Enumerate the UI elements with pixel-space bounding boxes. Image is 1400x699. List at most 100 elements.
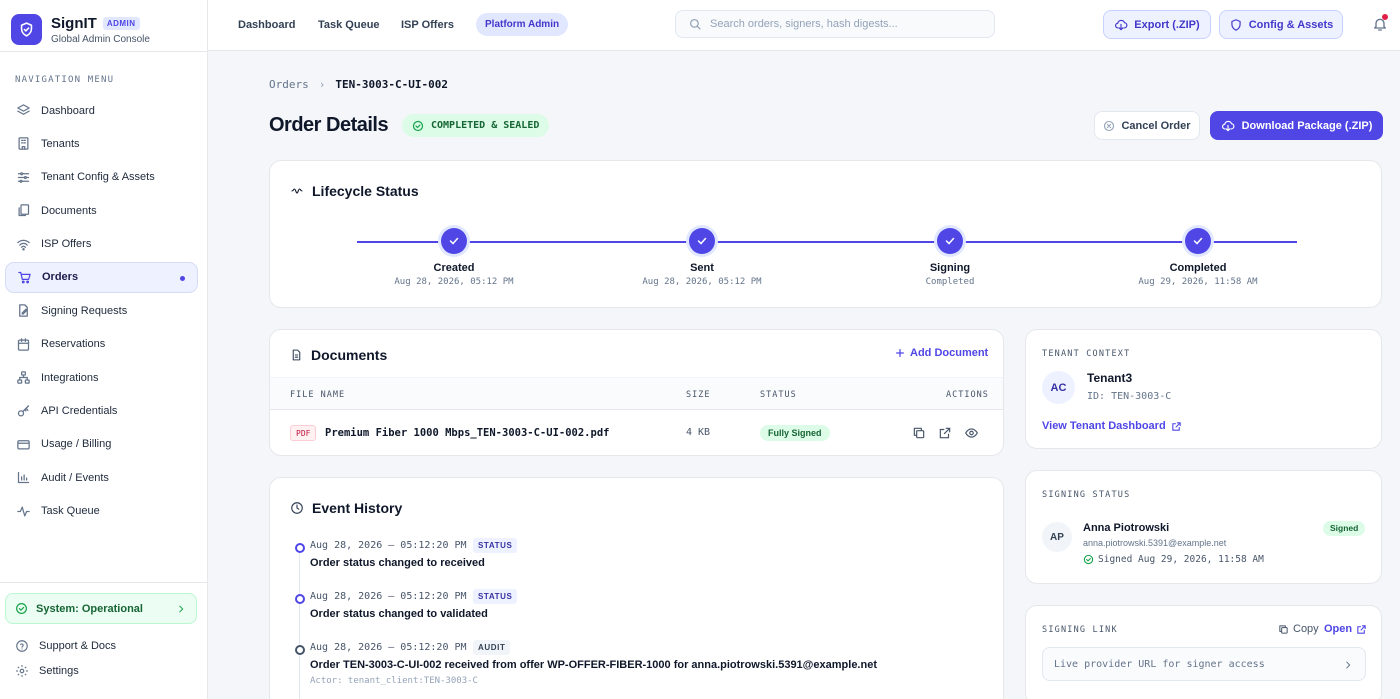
sidebar-item-label: Orders: [42, 271, 79, 284]
column-header-file-name: FILE NAME: [290, 390, 346, 400]
breadcrumb-current: TEN-3003-C-UI-002: [335, 78, 448, 91]
order-status-badge: COMPLETED & SEALED: [402, 114, 550, 137]
sidebar-item-label: Usage / Billing: [41, 438, 112, 451]
sidebar-item-audit-events[interactable]: Audit / Events: [5, 462, 198, 493]
sidebar-item-tenants[interactable]: Tenants: [5, 128, 198, 159]
event-message: Order status changed to validated: [310, 608, 488, 620]
plus-icon: [895, 348, 905, 358]
signed-timestamp-label: Signed Aug 29, 2026, 11:58 AM: [1098, 554, 1264, 565]
sidebar-item-label: Dashboard: [41, 104, 95, 117]
config-assets-button[interactable]: Config & Assets: [1219, 10, 1343, 39]
event-time: Aug 28, 2026 – 05:12:20 PM: [310, 642, 467, 653]
sidebar-item-orders[interactable]: Orders: [5, 261, 198, 293]
sidebar-item-tenant-config[interactable]: Tenant Config & Assets: [5, 162, 198, 193]
sidebar-item-documents[interactable]: Documents: [5, 195, 198, 226]
eye-icon[interactable]: [964, 426, 979, 440]
copy-link-button[interactable]: Copy: [1278, 623, 1319, 635]
check-icon: [937, 228, 963, 254]
calendar-icon: [16, 337, 31, 352]
top-nav-dashboard[interactable]: Dashboard: [238, 13, 295, 36]
shield-logo-icon: [11, 14, 42, 45]
breadcrumb-orders-link[interactable]: Orders: [269, 78, 309, 91]
top-nav-task-queue[interactable]: Task Queue: [318, 13, 380, 36]
support-docs-link[interactable]: Support & Docs: [15, 639, 116, 653]
signing-status-caption: SIGNING STATUS: [1042, 490, 1131, 500]
check-icon: [1185, 228, 1211, 254]
download-package-button[interactable]: Download Package (.ZIP): [1210, 111, 1383, 140]
export-zip-label: Export (.ZIP): [1134, 18, 1200, 31]
sidebar-item-api-credentials[interactable]: API Credentials: [5, 396, 198, 427]
settings-link[interactable]: Settings: [15, 664, 79, 678]
pulse-icon: [290, 185, 304, 197]
lifecycle-step-sent: Sent Aug 28, 2026, 05:12 PM: [602, 228, 802, 287]
copy-icon[interactable]: [912, 426, 926, 440]
top-nav-platform-admin[interactable]: Platform Admin: [476, 13, 569, 36]
sidebar: SignIT ADMIN Global Admin Console NAVIGAT…: [0, 0, 208, 699]
brand[interactable]: SignIT ADMIN Global Admin Console: [11, 14, 150, 45]
wifi-icon: [16, 237, 31, 252]
signing-url-field[interactable]: Live provider URL for signer access: [1042, 647, 1366, 681]
credit-card-icon: [16, 437, 31, 452]
sidebar-item-signing-requests[interactable]: Signing Requests: [5, 295, 198, 326]
signer-email: anna.piotrowski.5391@example.net: [1083, 538, 1227, 548]
order-status-label: COMPLETED & SEALED: [431, 120, 540, 131]
sidebar-item-task-queue[interactable]: Task Queue: [5, 496, 198, 527]
tenant-context-card: TENANT CONTEXT AC Tenant3 ID: TEN-3003-C…: [1025, 329, 1382, 449]
tenant-context-caption: TENANT CONTEXT: [1042, 349, 1131, 359]
event-actor: Actor: tenant_client:TEN-3003-C: [310, 676, 478, 686]
view-tenant-dashboard-label: View Tenant Dashboard: [1042, 420, 1166, 432]
sidebar-item-label: Reservations: [41, 338, 106, 351]
top-nav-isp-offers[interactable]: ISP Offers: [401, 13, 454, 36]
lifecycle-step-created: Created Aug 28, 2026, 05:12 PM: [354, 228, 554, 287]
timeline-dot: [295, 543, 305, 553]
clock-icon: [290, 501, 304, 515]
topbar: Dashboard Task Queue ISP Offers Platform…: [208, 0, 1400, 51]
search-bar: [675, 10, 995, 38]
sidebar-item-label: Integrations: [41, 371, 99, 384]
signed-timestamp: Signed Aug 29, 2026, 11:58 AM: [1083, 554, 1264, 565]
search-input[interactable]: [710, 18, 980, 30]
sidebar-item-integrations[interactable]: Integrations: [5, 362, 198, 393]
brand-name: SignIT: [51, 14, 97, 32]
sidebar-item-isp-offers[interactable]: ISP Offers: [5, 229, 198, 260]
pdf-file-badge: PDF: [290, 425, 317, 441]
file-name[interactable]: Premium Fiber 1000 Mbps_TEN-3003-C-UI-00…: [325, 427, 609, 439]
cancel-order-button[interactable]: Cancel Order: [1094, 111, 1200, 140]
column-header-size: SIZE: [686, 390, 711, 400]
breadcrumb-separator-icon: ›: [318, 78, 326, 91]
external-link-icon[interactable]: [938, 426, 952, 440]
signer-avatar: AP: [1042, 522, 1072, 552]
sidebar-item-label: Audit / Events: [41, 471, 109, 484]
sidebar-item-label: Tenant Config & Assets: [41, 171, 155, 184]
signer-status-badge: Signed: [1323, 521, 1366, 536]
system-status-button[interactable]: System: Operational: [5, 593, 197, 624]
step-timestamp: Completed: [925, 277, 975, 287]
add-document-button[interactable]: Add Document: [895, 347, 988, 359]
event-message: Order status changed to received: [310, 557, 485, 569]
export-zip-button[interactable]: Export (.ZIP): [1103, 10, 1211, 39]
lifecycle-step-completed: Completed Aug 29, 2026, 11:58 AM: [1098, 228, 1298, 287]
external-link-icon: [1356, 624, 1367, 635]
sidebar-item-label: Tenants: [41, 137, 80, 150]
check-icon: [441, 228, 467, 254]
document-status-badge: Fully Signed: [760, 425, 830, 441]
search-icon: [688, 17, 702, 31]
sidebar-item-reservations[interactable]: Reservations: [5, 329, 198, 360]
view-tenant-dashboard-link[interactable]: View Tenant Dashboard: [1042, 420, 1182, 432]
settings-label: Settings: [39, 665, 79, 677]
lifecycle-card: Lifecycle Status Created Aug 28, 2026, 0…: [269, 160, 1382, 308]
external-link-icon: [1171, 421, 1182, 432]
sidebar-item-label: API Credentials: [41, 405, 118, 418]
sidebar-item-usage-billing[interactable]: Usage / Billing: [5, 429, 198, 460]
cloud-download-icon: [1221, 119, 1235, 133]
support-docs-label: Support & Docs: [39, 640, 117, 652]
pen-document-icon: [16, 303, 31, 318]
open-link-button[interactable]: Open: [1324, 623, 1367, 635]
tenant-avatar: AC: [1042, 371, 1075, 404]
check-circle-icon: [15, 602, 28, 615]
building-icon: [16, 136, 31, 151]
event-tag: AUDIT: [473, 640, 511, 655]
step-label: Created: [433, 262, 475, 274]
table-row: PDF Premium Fiber 1000 Mbps_TEN-3003-C-U…: [270, 410, 1003, 456]
sidebar-item-dashboard[interactable]: Dashboard: [5, 95, 198, 126]
